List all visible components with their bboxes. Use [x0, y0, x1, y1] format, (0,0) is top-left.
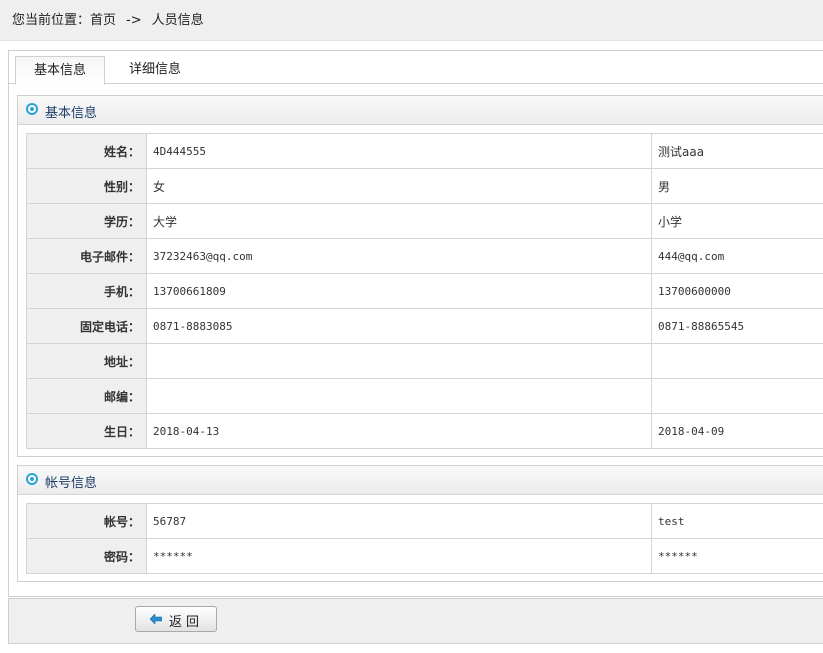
field-value-primary: 13700661809	[146, 273, 652, 309]
field-label: 生日：	[26, 413, 147, 449]
basic-info-panel-header: 基本信息	[18, 96, 823, 125]
basic-info-row: 性别：女男	[26, 168, 823, 204]
field-value-primary: 2018-04-13	[146, 413, 652, 449]
field-value-secondary: 13700600000	[651, 273, 823, 309]
field-value-secondary: ******	[651, 538, 823, 574]
target-icon	[26, 103, 38, 115]
basic-info-row: 固定电话： 0871-8883085 0871-88865545	[26, 308, 823, 344]
field-value-primary: 56787	[146, 503, 652, 539]
account-info-panel: 帐号信息 帐号： 56787 test 密码： ****** ******	[17, 465, 823, 582]
breadcrumb-prefix: 您当前位置：	[12, 13, 91, 28]
field-value-secondary	[651, 343, 823, 379]
account-info-panel-header: 帐号信息	[18, 466, 823, 495]
field-value-primary: ******	[146, 538, 652, 574]
content-frame: 基本信息 详细信息 基本信息 姓名： 4D444555 测试aaa 性别：女男学历：大…	[8, 50, 823, 597]
basic-info-row: 姓名： 4D444555 测试aaa	[26, 133, 823, 169]
field-label: 邮编：	[26, 378, 147, 414]
tab-detail-info[interactable]: 详细信息	[115, 56, 195, 83]
field-value-secondary: 小学	[651, 203, 823, 239]
account-info-panel-title: 帐号信息	[45, 476, 98, 491]
field-value-primary	[146, 378, 652, 414]
field-label: 固定电话：	[26, 308, 147, 344]
back-button[interactable]: 返回	[135, 606, 217, 632]
field-label: 密码：	[26, 538, 147, 574]
field-label: 电子邮件：	[26, 238, 147, 274]
field-value-secondary: test	[651, 503, 823, 539]
field-value-secondary: 444@qq.com	[651, 238, 823, 274]
breadcrumb-separator: ->	[126, 13, 142, 28]
target-icon	[26, 473, 38, 485]
arrow-left-icon	[150, 614, 162, 624]
basic-info-panel: 基本信息 姓名： 4D444555 测试aaa 性别：女男学历： 大学 小学 电子邮件： 37…	[17, 95, 823, 457]
field-value-primary	[146, 343, 652, 379]
breadcrumb-home-link[interactable]: 首页	[90, 9, 116, 28]
field-value-secondary: 测试aaa	[651, 133, 823, 169]
field-value-primary: 37232463@qq.com	[146, 238, 652, 274]
basic-info-row: 生日： 2018-04-13 2018-04-09	[26, 413, 823, 449]
field-label: 学历：	[26, 203, 147, 239]
basic-info-row: 地址：	[26, 343, 823, 379]
account-info-row: 帐号： 56787 test	[26, 503, 823, 539]
field-value-secondary	[651, 378, 823, 414]
field-label: 性别：	[26, 168, 147, 204]
tab-bar: 基本信息 详细信息	[9, 51, 823, 85]
tab-basic-info[interactable]: 基本信息	[15, 56, 105, 85]
field-value-secondary: 0871-88865545	[651, 308, 823, 344]
basic-info-row: 电子邮件： 37232463@qq.com 444@qq.com	[26, 238, 823, 274]
field-value-primary: 4D444555	[146, 133, 652, 169]
breadcrumb-current: 人员信息	[151, 13, 204, 28]
field-value-primary: 女	[146, 168, 652, 204]
field-label: 地址：	[26, 343, 147, 379]
field-label: 姓名：	[26, 133, 147, 169]
field-value-secondary: 2018-04-09	[651, 413, 823, 449]
basic-info-row: 手机： 13700661809 13700600000	[26, 273, 823, 309]
field-label: 手机：	[26, 273, 147, 309]
footer-bar: 返回	[8, 598, 823, 644]
basic-info-row: 邮编：	[26, 378, 823, 414]
basic-info-table: 姓名： 4D444555 测试aaa 性别：女男学历： 大学 小学 电子邮件： 3723246…	[26, 133, 823, 449]
field-value-primary: 0871-8883085	[146, 308, 652, 344]
field-value-primary: 大学	[146, 203, 652, 239]
basic-info-panel-title: 基本信息	[45, 106, 98, 121]
field-label: 帐号：	[26, 503, 147, 539]
account-info-table: 帐号： 56787 test 密码： ****** ******	[26, 503, 823, 574]
basic-info-row: 学历： 大学 小学	[26, 203, 823, 239]
account-info-row: 密码： ****** ******	[26, 538, 823, 574]
top-bar: 您当前位置：首页 -> 人员信息	[0, 0, 823, 41]
field-value-secondary: 男	[651, 168, 823, 204]
breadcrumb: 您当前位置：首页 -> 人员信息	[12, 9, 204, 28]
back-button-label: 返回	[169, 615, 204, 630]
